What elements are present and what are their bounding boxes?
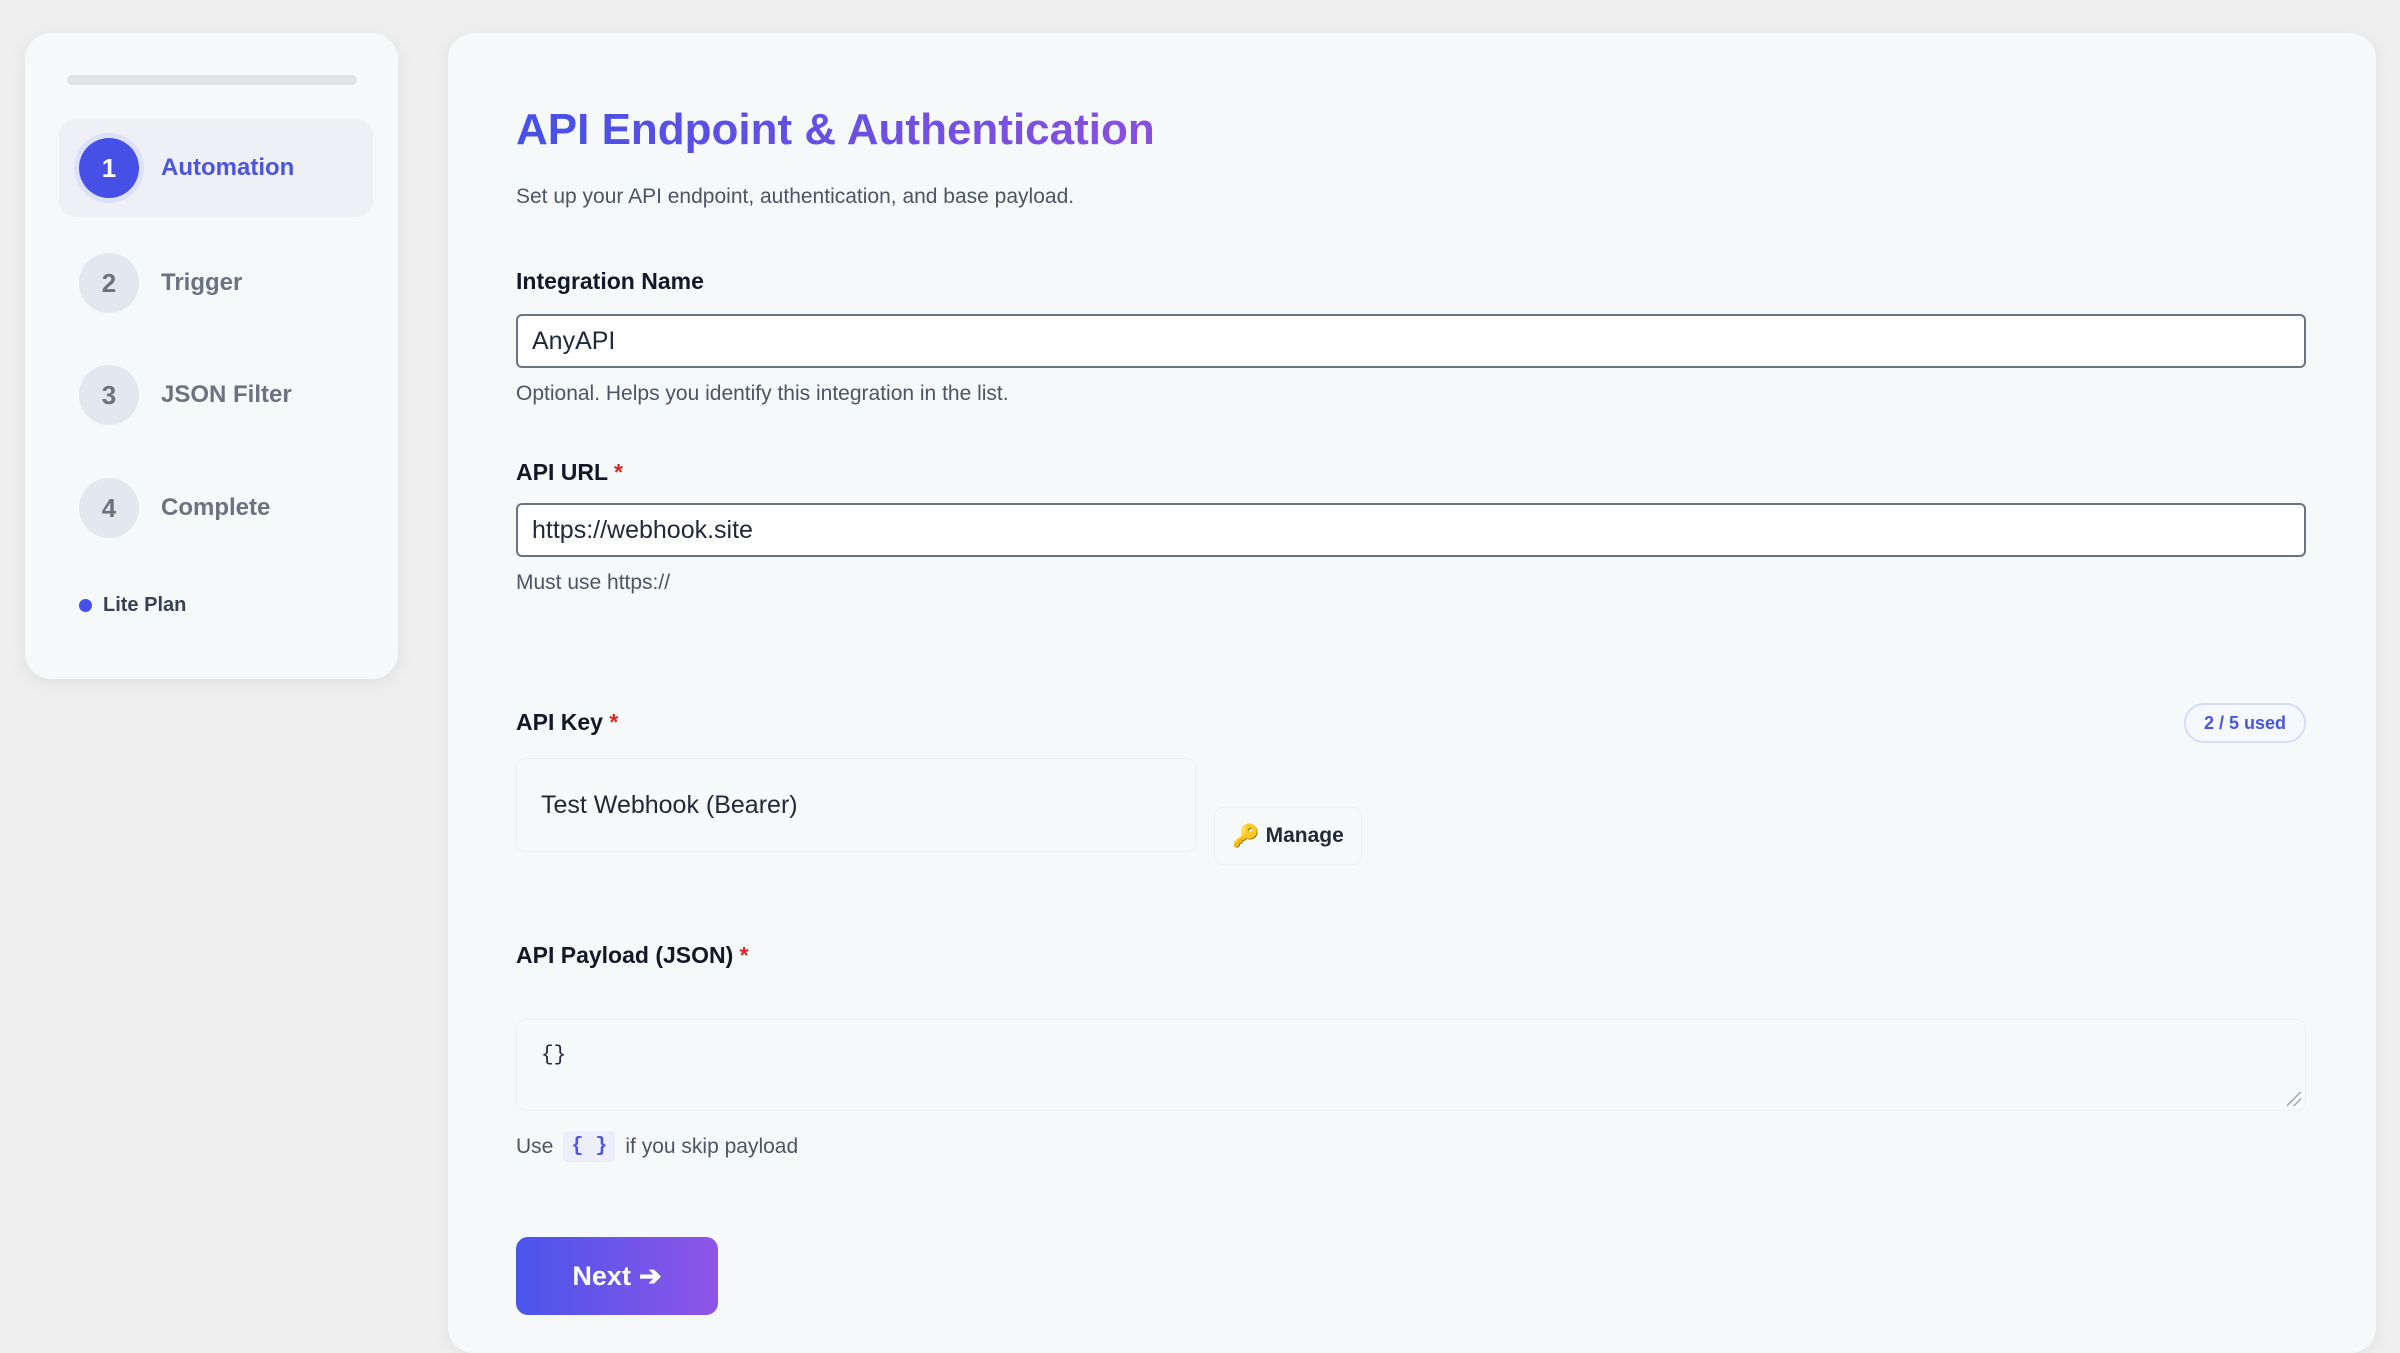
step-automation[interactable]: 1 Automation [59,119,373,217]
step-number: 1 [79,138,139,198]
api-url-label: API URL * [516,459,623,486]
manage-label: Manage [1265,824,1344,847]
step-json-filter[interactable]: 3 JSON Filter [59,346,373,444]
step-number: 3 [79,365,139,425]
next-label: Next [572,1260,631,1291]
label-text: API URL [516,459,608,485]
plan-label: Lite Plan [103,594,187,616]
api-url-help: Must use https:// [516,571,671,594]
label-text: API Key [516,709,603,735]
plan-indicator: Lite Plan [79,594,186,617]
api-url-input[interactable] [516,503,2306,557]
step-label: Trigger [161,269,243,296]
payload-value: {} [541,1044,567,1067]
step-label: Automation [161,154,295,181]
wizard-sidebar: 1 Automation 2 Trigger 3 JSON Filter 4 C… [25,33,398,679]
required-marker: * [609,709,619,735]
api-key-usage-badge: 2 / 5 used [2184,703,2306,743]
payload-help-prefix: Use [516,1134,554,1158]
step-trigger[interactable]: 2 Trigger [59,234,373,332]
step-label: Complete [161,494,271,521]
payload-help: Use { } if you skip payload [516,1131,798,1162]
resize-handle-icon[interactable] [2287,1092,2301,1106]
manage-keys-button[interactable]: 🔑 Manage [1214,807,1362,865]
payload-label: API Payload (JSON) * [516,942,749,969]
step-number: 2 [79,253,139,313]
payload-help-suffix: if you skip payload [625,1134,799,1158]
integration-name-label: Integration Name [516,268,704,295]
payload-textarea[interactable]: {} [516,1019,2306,1111]
label-text: API Payload (JSON) [516,942,734,968]
api-key-selected-value: Test Webhook (Bearer) [541,790,798,819]
page-subtitle: Set up your API endpoint, authentication… [516,185,1075,208]
label-text: Integration Name [516,268,704,294]
required-marker: * [739,942,749,968]
integration-name-help: Optional. Helps you identify this integr… [516,382,1009,405]
arrow-right-icon: ➔ [638,1260,662,1291]
page-title: API Endpoint & Authentication [516,105,1155,154]
main-panel: API Endpoint & Authentication Set up you… [448,33,2376,1353]
api-key-label: API Key * [516,709,618,736]
plan-dot-icon [79,599,92,612]
step-label: JSON Filter [161,381,292,408]
next-button[interactable]: Next ➔ [516,1237,718,1315]
progress-track [67,75,357,85]
integration-name-input[interactable] [516,314,2306,368]
required-marker: * [613,459,623,485]
empty-json-code: { } [563,1131,616,1162]
key-icon: 🔑 [1232,823,1260,848]
step-number: 4 [79,478,139,538]
api-key-select[interactable]: Test Webhook (Bearer) [516,758,1196,852]
step-complete[interactable]: 4 Complete [59,459,373,557]
